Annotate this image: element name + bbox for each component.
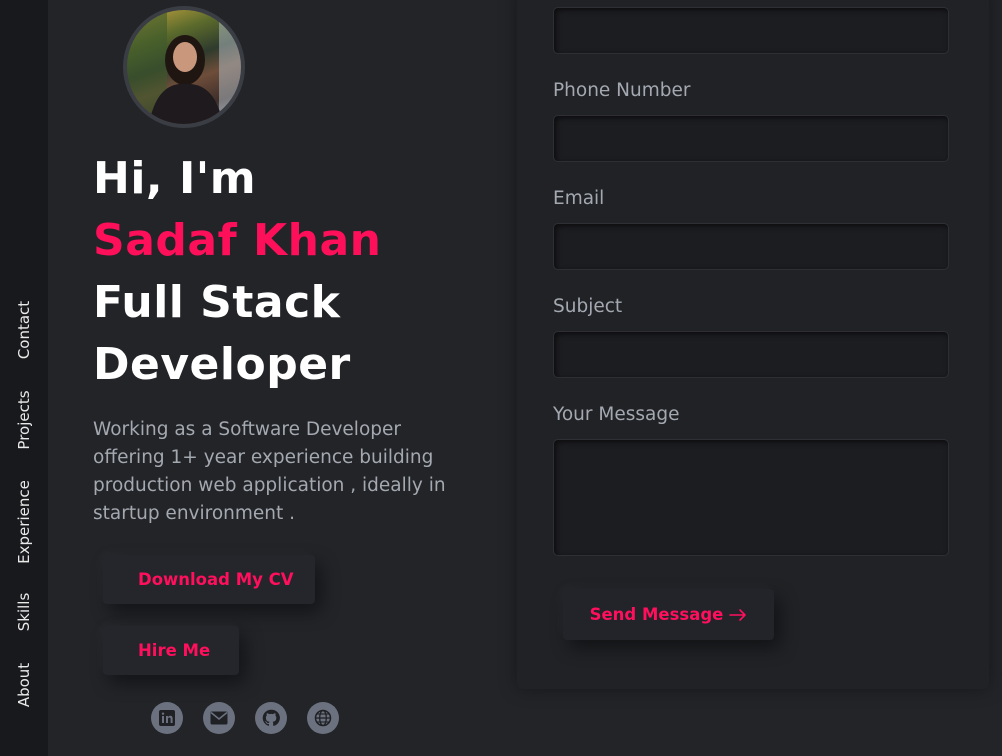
- phone-input[interactable]: [553, 115, 949, 162]
- mail-icon: [210, 711, 228, 725]
- github-icon: [262, 709, 280, 726]
- avatar: [123, 6, 245, 128]
- email-link[interactable]: [203, 702, 235, 734]
- download-cv-button[interactable]: Download My CV: [103, 555, 315, 604]
- hero-heading: Hi, I'm Sadaf Khan Full Stack Developer: [93, 148, 413, 396]
- name-input[interactable]: [553, 7, 949, 54]
- hero-role: Full Stack Developer: [93, 277, 351, 390]
- hero-description: Working as a Software Developer offering…: [93, 419, 446, 524]
- email-label: Email: [553, 188, 605, 209]
- subject-input[interactable]: [553, 331, 949, 378]
- nav-item-projects[interactable]: Projects: [15, 390, 33, 449]
- nav-item-experience[interactable]: Experience: [15, 480, 33, 564]
- linkedin-link[interactable]: [151, 702, 183, 734]
- nav-item-skills[interactable]: Skills: [15, 593, 33, 632]
- phone-label: Phone Number: [553, 80, 691, 101]
- nav-item-about[interactable]: About: [15, 663, 33, 707]
- send-message-label: Send Message: [589, 605, 724, 624]
- arrow-right-icon: [729, 608, 747, 621]
- subject-label: Subject: [553, 296, 623, 317]
- message-label: Your Message: [553, 404, 680, 425]
- send-message-button[interactable]: Send Message: [563, 589, 774, 640]
- side-navigation: Contact Projects Experience Skills About: [0, 0, 48, 756]
- website-link[interactable]: [307, 702, 339, 734]
- github-link[interactable]: [255, 702, 287, 734]
- message-textarea[interactable]: [553, 439, 949, 556]
- globe-icon: [314, 709, 332, 727]
- nav-item-contact[interactable]: Contact: [15, 301, 33, 359]
- hero-name: Sadaf Khan: [93, 215, 382, 266]
- linkedin-icon: [159, 710, 175, 726]
- hero-greeting: Hi, I'm: [93, 153, 257, 204]
- hire-me-button[interactable]: Hire Me: [103, 626, 239, 675]
- email-input[interactable]: [553, 223, 949, 270]
